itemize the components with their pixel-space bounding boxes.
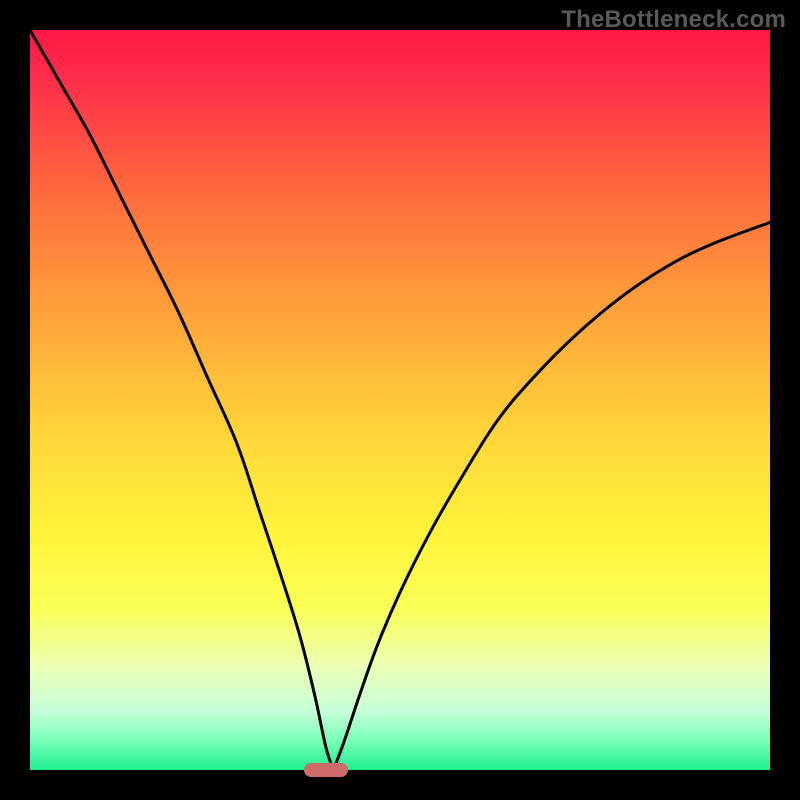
chart-frame: TheBottleneck.com xyxy=(0,0,800,800)
plot-area xyxy=(30,30,770,770)
chart-svg xyxy=(30,30,770,770)
minimum-marker xyxy=(304,763,348,777)
gradient-background xyxy=(30,30,770,770)
